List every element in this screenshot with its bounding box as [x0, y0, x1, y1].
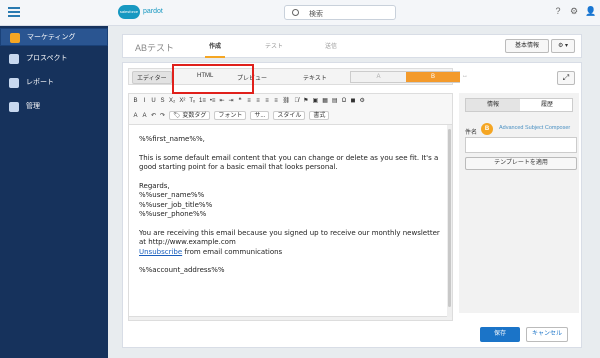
- tab-info[interactable]: 情報: [466, 99, 520, 111]
- toolbar-button[interactable]: ≡: [274, 98, 279, 104]
- toolbar-button[interactable]: ↷: [160, 112, 165, 119]
- sidebar-item-prospects[interactable]: プロスペクト: [0, 50, 108, 68]
- variant-b-badge: B: [481, 123, 493, 135]
- editor-toolbar: B I U S X₂ X² Tₓ 1≡ •≡ ⇤ ⇥ ❝ ≡ ≡ ≡ ≡ ⛓ ⛓̸ ⚑ ▣ ▦ ▤ Ω ◼ ⚙ A A ↶ ↷ 🏷 変数…: [128, 93, 453, 125]
- toolbar-button[interactable]: X₂: [169, 98, 175, 104]
- apply-template-button[interactable]: テンプレートを適用: [465, 157, 577, 170]
- signature-title: %%user_job_title%%: [139, 200, 213, 209]
- subject-label: 件名: [465, 130, 478, 136]
- page-title: ABテスト: [135, 43, 175, 53]
- save-button[interactable]: 保存: [480, 327, 520, 342]
- sidebar-item-label: マーケティング: [27, 34, 76, 41]
- swap-arrow-icon: ↔: [462, 73, 468, 79]
- chart-icon: [9, 78, 19, 88]
- sidebar: マーケティング プロスペクト レポート 管理: [0, 26, 108, 358]
- unsubscribe-link[interactable]: Unsubscribe: [139, 248, 182, 256]
- toolbar-button[interactable]: X²: [179, 98, 185, 104]
- gear-icon[interactable]: ⚙: [569, 6, 579, 17]
- toolbar-button[interactable]: •≡: [210, 98, 216, 104]
- toolbar-button[interactable]: 🏷 変数タグ: [169, 111, 211, 120]
- subject-field[interactable]: [465, 137, 577, 153]
- sidebar-item-label: 管理: [26, 103, 40, 110]
- toolbar-button[interactable]: I: [142, 98, 147, 104]
- toolbar-button[interactable]: ≡: [256, 98, 261, 104]
- wrench-icon: [9, 102, 19, 112]
- search-placeholder: 検索: [309, 11, 323, 18]
- toolbar-button[interactable]: ▤: [332, 97, 338, 104]
- toolbar-button[interactable]: 書式: [309, 111, 330, 120]
- editor-card: エディター HTML プレビュー テキスト A B ↔ ⤢ B I U S X₂ X² Tₓ…: [122, 62, 582, 348]
- regards-line: Regards,: [139, 181, 170, 190]
- toolbar-button[interactable]: U: [151, 98, 156, 104]
- toolbar-button[interactable]: ❝: [238, 97, 243, 104]
- advanced-subject-composer-link[interactable]: Advanced Subject Composer: [499, 125, 570, 131]
- toolbar-button[interactable]: ≡: [247, 98, 252, 104]
- search-icon: [292, 9, 299, 16]
- signature-phone: %%user_phone%%: [139, 210, 207, 218]
- tab-send[interactable]: 送信: [325, 41, 337, 50]
- ab-variant-toggle[interactable]: A B: [350, 71, 460, 83]
- right-panel: 情報 履歴 件名 B Advanced Subject Composer テンプ…: [459, 93, 579, 313]
- greeting-line: %%first_name%%,: [139, 135, 205, 143]
- footer-paragraph: You are receiving this email because you…: [139, 228, 440, 247]
- pardot-logo-text: pardot: [143, 8, 163, 15]
- cancel-button[interactable]: キャンセル: [526, 327, 568, 342]
- toolbar-button[interactable]: ▣: [313, 97, 319, 104]
- toolbar-button[interactable]: サ...: [250, 111, 270, 120]
- menu-icon[interactable]: [8, 7, 20, 17]
- people-icon: [9, 54, 19, 64]
- sidebar-item-admin[interactable]: 管理: [0, 98, 108, 116]
- email-body[interactable]: %%first_name%%, This is some default ema…: [128, 125, 453, 317]
- toolbar-button[interactable]: Tₓ: [189, 98, 195, 104]
- tab-test[interactable]: テスト: [265, 41, 283, 50]
- top-bar: salesforce pardot 検索 ? ⚙ 👤: [0, 0, 600, 26]
- toolbar-button[interactable]: ⚑: [303, 97, 308, 104]
- toolbar-button[interactable]: ◼: [351, 97, 356, 104]
- toolbar-button[interactable]: スタイル: [273, 111, 306, 120]
- variant-a-option[interactable]: A: [351, 72, 406, 82]
- toolbar-button[interactable]: A: [133, 113, 138, 119]
- user-icon[interactable]: 👤: [585, 6, 596, 17]
- toolbar-button[interactable]: フォント: [214, 111, 247, 120]
- highlight-box: [172, 64, 254, 94]
- toolbar-button[interactable]: ⛓: [283, 97, 291, 104]
- toolbar-button[interactable]: 1≡: [199, 98, 206, 104]
- toolbar-button[interactable]: ≡: [265, 98, 270, 104]
- toolbar-button[interactable]: A: [142, 113, 147, 119]
- editor-scrollbar[interactable]: [447, 125, 452, 317]
- variant-b-option[interactable]: B: [406, 72, 460, 82]
- toolbar-button[interactable]: ⛓̸: [294, 98, 299, 104]
- sidebar-item-marketing[interactable]: マーケティング: [0, 28, 108, 46]
- unsubscribe-text: from email communications: [182, 247, 283, 256]
- pencil-icon: [10, 33, 20, 43]
- salesforce-logo: salesforce: [118, 5, 140, 19]
- settings-dropdown-button[interactable]: ⚙ ▾: [551, 39, 575, 53]
- editor-status-bar: [128, 317, 453, 321]
- page-header: ABテスト 作成 テスト 送信 基本情報 ⚙ ▾: [122, 34, 582, 58]
- toolbar-button[interactable]: ↶: [151, 112, 156, 119]
- search-input[interactable]: 検索: [284, 5, 396, 20]
- sidebar-item-label: プロスペクト: [26, 55, 68, 62]
- toolbar-button[interactable]: Ω: [342, 98, 347, 104]
- toolbar-button[interactable]: B: [133, 98, 138, 104]
- toolbar-button[interactable]: ▦: [322, 97, 328, 104]
- toolbar-button[interactable]: S: [160, 98, 165, 104]
- signature-name: %%user_name%%: [139, 191, 205, 199]
- tab-history[interactable]: 履歴: [520, 99, 574, 111]
- toolbar-button[interactable]: ⚙: [360, 97, 365, 104]
- expand-icon: ⤢: [562, 73, 570, 82]
- help-icon[interactable]: ?: [553, 6, 563, 17]
- account-address: %%account_address%%: [139, 266, 225, 274]
- sidebar-item-reports[interactable]: レポート: [0, 74, 108, 92]
- toolbar-button[interactable]: ⇥: [228, 97, 233, 104]
- expand-button[interactable]: ⤢: [557, 71, 575, 85]
- sidebar-item-label: レポート: [26, 79, 54, 86]
- tab-create[interactable]: 作成: [204, 41, 226, 58]
- right-panel-tabs: 情報 履歴: [465, 98, 573, 112]
- body-paragraph: This is some default email content that …: [139, 153, 439, 172]
- mode-text-tab[interactable]: テキスト: [299, 72, 331, 83]
- mode-editor-tab[interactable]: エディター: [132, 71, 172, 84]
- basic-info-button[interactable]: 基本情報: [505, 39, 549, 53]
- toolbar-button[interactable]: ⇤: [219, 97, 224, 104]
